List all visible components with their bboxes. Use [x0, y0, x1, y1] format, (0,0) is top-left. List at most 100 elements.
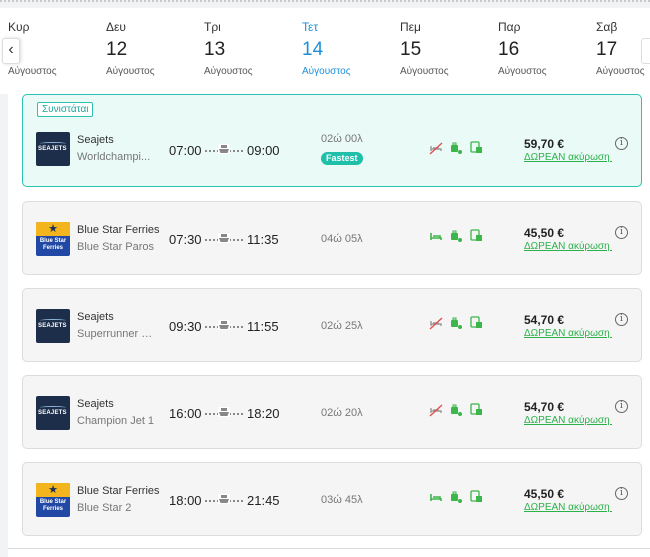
date-tab-sun[interactable]: Κυρ Αύγουστος [8, 20, 88, 77]
departure-time: 07:00 [169, 143, 202, 158]
price: 54,70 € [524, 400, 565, 414]
month-name: Αύγουστος [498, 66, 547, 77]
month-name: Αύγουστος [596, 66, 645, 77]
day-name: Παρ [498, 20, 521, 34]
trip-results-list: Συνιστάται SEAJETS Seajets Worldchampi..… [8, 86, 650, 557]
luggage-icon [451, 142, 462, 154]
date-tab-wed[interactable]: Τετ 14 Αύγουστος [302, 20, 382, 99]
seajets-logo: SEAJETS [36, 309, 70, 343]
ferry-icon [218, 407, 230, 417]
top-divider [0, 0, 650, 8]
trip-duration: 02ώ 20λ [321, 407, 363, 419]
day-number [8, 40, 88, 60]
month-name: Αύγουστος [8, 66, 57, 77]
trip-card[interactable]: Συνιστάται SEAJETS Seajets Worldchampi..… [22, 94, 642, 187]
arrival-time: 18:20 [247, 406, 280, 421]
ferry-icon [218, 494, 230, 504]
date-selector: Κυρ Αύγουστος Δευ 12 Αύγουστος Τρι 13 Αύ… [0, 8, 650, 99]
no-bed-icon [429, 142, 443, 155]
no-bed-icon [429, 317, 443, 330]
arrival-time: 21:45 [247, 493, 280, 508]
ferry-icon [218, 320, 230, 330]
pet-icon [470, 490, 482, 502]
trip-duration: 03ώ 45λ [321, 494, 363, 506]
trip-card[interactable]: SEAJETS Seajets Champion Jet 1 16:00 18:… [22, 375, 642, 449]
date-tab-thu[interactable]: Πεμ 15 Αύγουστος [400, 20, 480, 77]
month-name: Αύγουστος [204, 66, 253, 77]
date-tab-mon[interactable]: Δευ 12 Αύγουστος [106, 20, 186, 77]
free-cancellation-link[interactable]: ΔΩΡΕΑΝ ακύρωση έω... [524, 152, 612, 163]
chevron-left-icon: ‹ [8, 41, 14, 58]
route-line [205, 144, 243, 155]
day-number: 12 [106, 39, 128, 60]
bottom-divider [8, 548, 650, 549]
operator-name: Seajets [77, 134, 114, 146]
next-dates-button[interactable] [641, 38, 650, 64]
month-name: Αύγουστος [302, 66, 351, 77]
vessel-name: Worldchampi... [77, 151, 151, 163]
pet-icon [470, 403, 482, 415]
trip-card[interactable]: ★ Blue Star Ferries Blue Star Ferries Bl… [22, 462, 642, 536]
free-cancellation-link[interactable]: ΔΩΡΕΑΝ ακύρωση έω... [524, 241, 612, 252]
date-tab-fri[interactable]: Παρ 16 Αύγουστος [498, 20, 578, 77]
seajets-logo: SEAJETS [36, 396, 70, 430]
day-number: 15 [400, 39, 422, 60]
month-name: Αύγουστος [400, 66, 449, 77]
free-cancellation-link[interactable]: ΔΩΡΕΑΝ ακύρωση έω... [524, 502, 612, 513]
departure-time: 18:00 [169, 493, 202, 508]
arrival-time: 09:00 [247, 143, 280, 158]
departure-time: 07:30 [169, 232, 202, 247]
route-line [205, 233, 243, 244]
no-bed-icon [429, 404, 443, 417]
fastest-badge: Fastest [321, 152, 363, 165]
operator-name: Blue Star Ferries [77, 485, 160, 497]
route-line [205, 407, 243, 418]
bed-icon [430, 233, 442, 240]
day-name: Δευ [106, 20, 126, 34]
vessel-name: Champion Jet 1 [77, 415, 155, 427]
trip-card[interactable]: ★ Blue Star Ferries Blue Star Ferries Bl… [22, 201, 642, 275]
pet-icon [470, 141, 482, 153]
info-icon[interactable]: i [615, 487, 628, 500]
luggage-icon [451, 317, 462, 329]
day-number: 16 [498, 39, 520, 60]
route-line [205, 320, 243, 331]
luggage-icon [451, 230, 462, 242]
free-cancellation-link[interactable]: ΔΩΡΕΑΝ ακύρωση έω... [524, 328, 612, 339]
trip-card[interactable]: SEAJETS Seajets Superrunner Jet 09:30 11… [22, 288, 642, 362]
month-name: Αύγουστος [106, 66, 155, 77]
trip-duration: 04ώ 05λ [321, 233, 363, 245]
day-name: Τετ [302, 20, 319, 34]
arrival-time: 11:55 [247, 319, 279, 334]
price: 54,70 € [524, 313, 565, 327]
free-cancellation-link[interactable]: ΔΩΡΕΑΝ ακύρωση έω... [524, 415, 612, 426]
price: 45,50 € [524, 226, 565, 240]
seajets-logo: SEAJETS [36, 132, 70, 166]
ferry-icon [218, 233, 230, 243]
trip-duration: 02ώ 00λ [321, 133, 363, 145]
operator-name: Seajets [77, 311, 114, 323]
day-name: Σαβ [596, 20, 618, 34]
ferry-icon [218, 144, 230, 154]
date-tab-tue[interactable]: Τρι 13 Αύγουστος [204, 20, 284, 77]
price: 59,70 € [524, 137, 565, 151]
day-name: Κυρ [8, 20, 30, 34]
day-number: 13 [204, 39, 226, 60]
info-icon[interactable]: i [615, 400, 628, 413]
info-icon[interactable]: i [615, 226, 628, 239]
vessel-name: Blue Star Paros [77, 241, 155, 253]
info-icon[interactable]: i [615, 313, 628, 326]
departure-time: 09:30 [169, 319, 202, 334]
luggage-icon [451, 491, 462, 503]
info-icon[interactable]: i [615, 137, 628, 150]
operator-name: Seajets [77, 398, 114, 410]
price: 45,50 € [524, 487, 565, 501]
prev-dates-button[interactable]: ‹ [2, 38, 20, 64]
bed-icon [430, 494, 442, 501]
departure-time: 16:00 [169, 406, 202, 421]
trip-duration: 02ώ 25λ [321, 320, 363, 332]
bluestar-logo: ★ Blue Star Ferries [36, 222, 70, 256]
pet-icon [470, 316, 482, 328]
vessel-name: Superrunner Jet [77, 328, 155, 340]
day-number: 14 [302, 39, 324, 60]
